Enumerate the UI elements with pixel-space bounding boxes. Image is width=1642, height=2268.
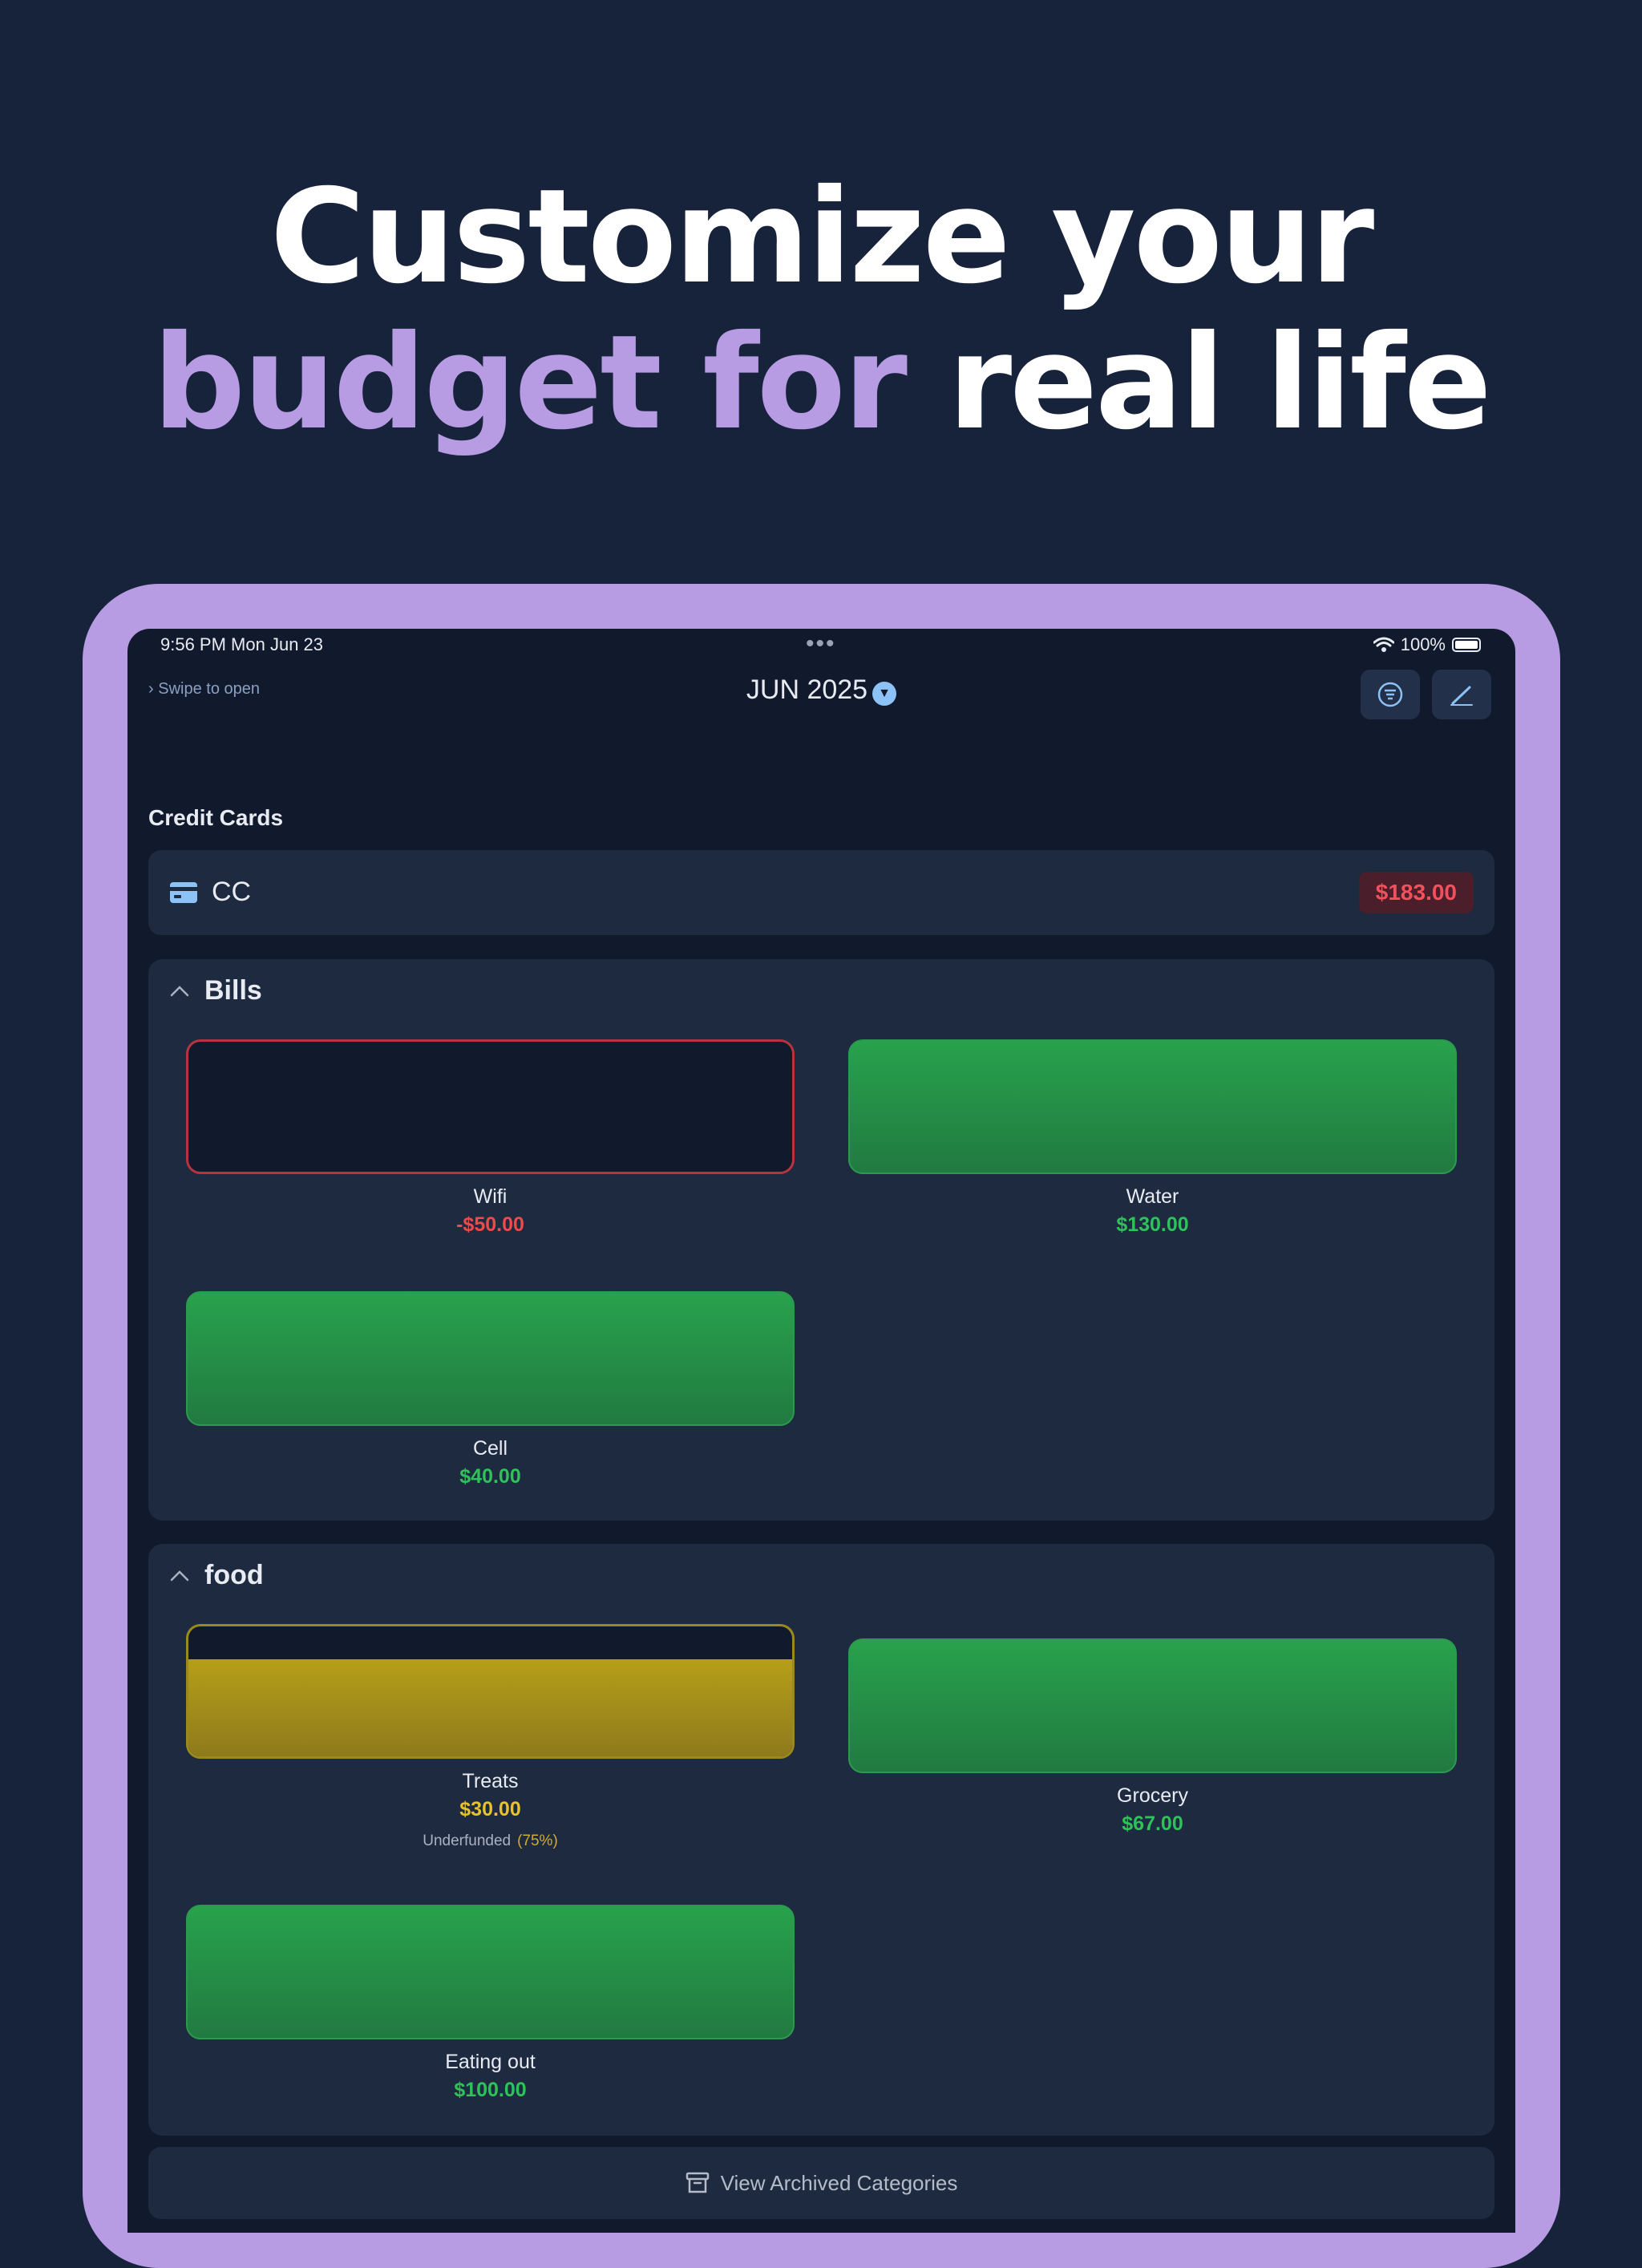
headline: Customize your budget for real life [0,164,1642,456]
nav-bar: › Swipe to open JUN 2025 ▼ [127,661,1515,725]
status-bar: 9:56 PM Mon Jun 23 ••• 100% [127,629,1515,661]
wifi-icon [1373,637,1394,652]
list-filter-icon [1377,682,1403,707]
chevron-up-icon [170,985,189,996]
headline-line-1: Customize your [269,162,1374,313]
category-amount: $30.00 [459,1798,521,1820]
category-tile[interactable] [186,1624,795,1759]
category-name: Wifi [473,1185,508,1208]
app-screen: 9:56 PM Mon Jun 23 ••• 100% › Swipe to o… [127,629,1515,2233]
funding-fill [188,1658,792,1756]
category-treats[interactable]: Treats $30.00 Underfunded (75%) [186,1624,795,1850]
category-tile[interactable] [186,1039,795,1174]
chevron-down-icon: ▼ [872,682,897,706]
category-amount: $100.00 [454,2079,527,2101]
category-group-bills: Bills Wifi -$50.00 Water $130.00 Cell $4… [148,959,1494,1521]
month-label: JUN 2025 [746,674,868,705]
credit-card-icon [170,882,197,903]
category-cell[interactable]: Cell $40.00 [186,1291,795,1488]
view-archived-button[interactable]: View Archived Categories [148,2147,1494,2219]
credit-card-name: CC [212,877,252,907]
edit-button[interactable] [1432,670,1491,719]
category-name: Treats [462,1770,519,1792]
category-water[interactable]: Water $130.00 [848,1039,1457,1237]
month-selector[interactable]: JUN 2025 ▼ [127,674,1515,706]
category-name: Cell [472,1437,508,1460]
credit-card-balance-badge: $183.00 [1358,872,1474,913]
category-eating-out[interactable]: Eating out $100.00 [186,1905,795,2102]
category-name: Water [1126,1185,1179,1208]
filter-button[interactable] [1361,670,1420,719]
status-time: 9:56 PM Mon Jun 23 [160,634,324,654]
category-amount: $130.00 [1116,1213,1189,1236]
category-amount: $67.00 [1122,1812,1183,1835]
multitasking-dots[interactable]: ••• [806,630,836,658]
category-tile[interactable] [186,1291,795,1426]
status-right: 100% [1373,634,1481,655]
category-name: Grocery [1117,1784,1188,1807]
underfunded-note: Underfunded (75%) [186,1833,795,1850]
category-name: Eating out [445,2051,536,2073]
funded-percent: (75%) [517,1833,558,1849]
category-amount: $40.00 [459,1465,521,1488]
credit-card-row[interactable]: CC $183.00 [148,850,1494,935]
headline-accent: budget for [152,308,908,459]
category-group-food: food Treats $30.00 Underfunded (75%) Groc… [148,1544,1494,2136]
pencil-icon [1450,686,1473,706]
category-grocery[interactable]: Grocery $67.00 [848,1638,1457,1836]
battery-percent: 100% [1400,634,1446,654]
group-name: Bills [204,975,262,1006]
group-header[interactable]: Bills [169,975,262,1006]
group-name: food [204,1560,264,1590]
category-tile[interactable] [848,1039,1457,1174]
category-amount: -$50.00 [456,1213,524,1236]
credit-cards-title: Credit Cards [148,805,284,830]
underfunded-label: Underfunded [423,1833,512,1849]
headline-line-2: budget for real life [0,310,1642,456]
view-archived-label: View Archived Categories [720,2170,958,2195]
chevron-up-icon [170,1569,189,1581]
category-tile[interactable] [186,1905,795,2039]
battery-icon [1452,638,1481,652]
headline-rest: real life [948,308,1491,459]
category-wifi[interactable]: Wifi -$50.00 [186,1039,795,1237]
category-tile[interactable] [848,1638,1457,1773]
group-header[interactable]: food [169,1560,264,1591]
